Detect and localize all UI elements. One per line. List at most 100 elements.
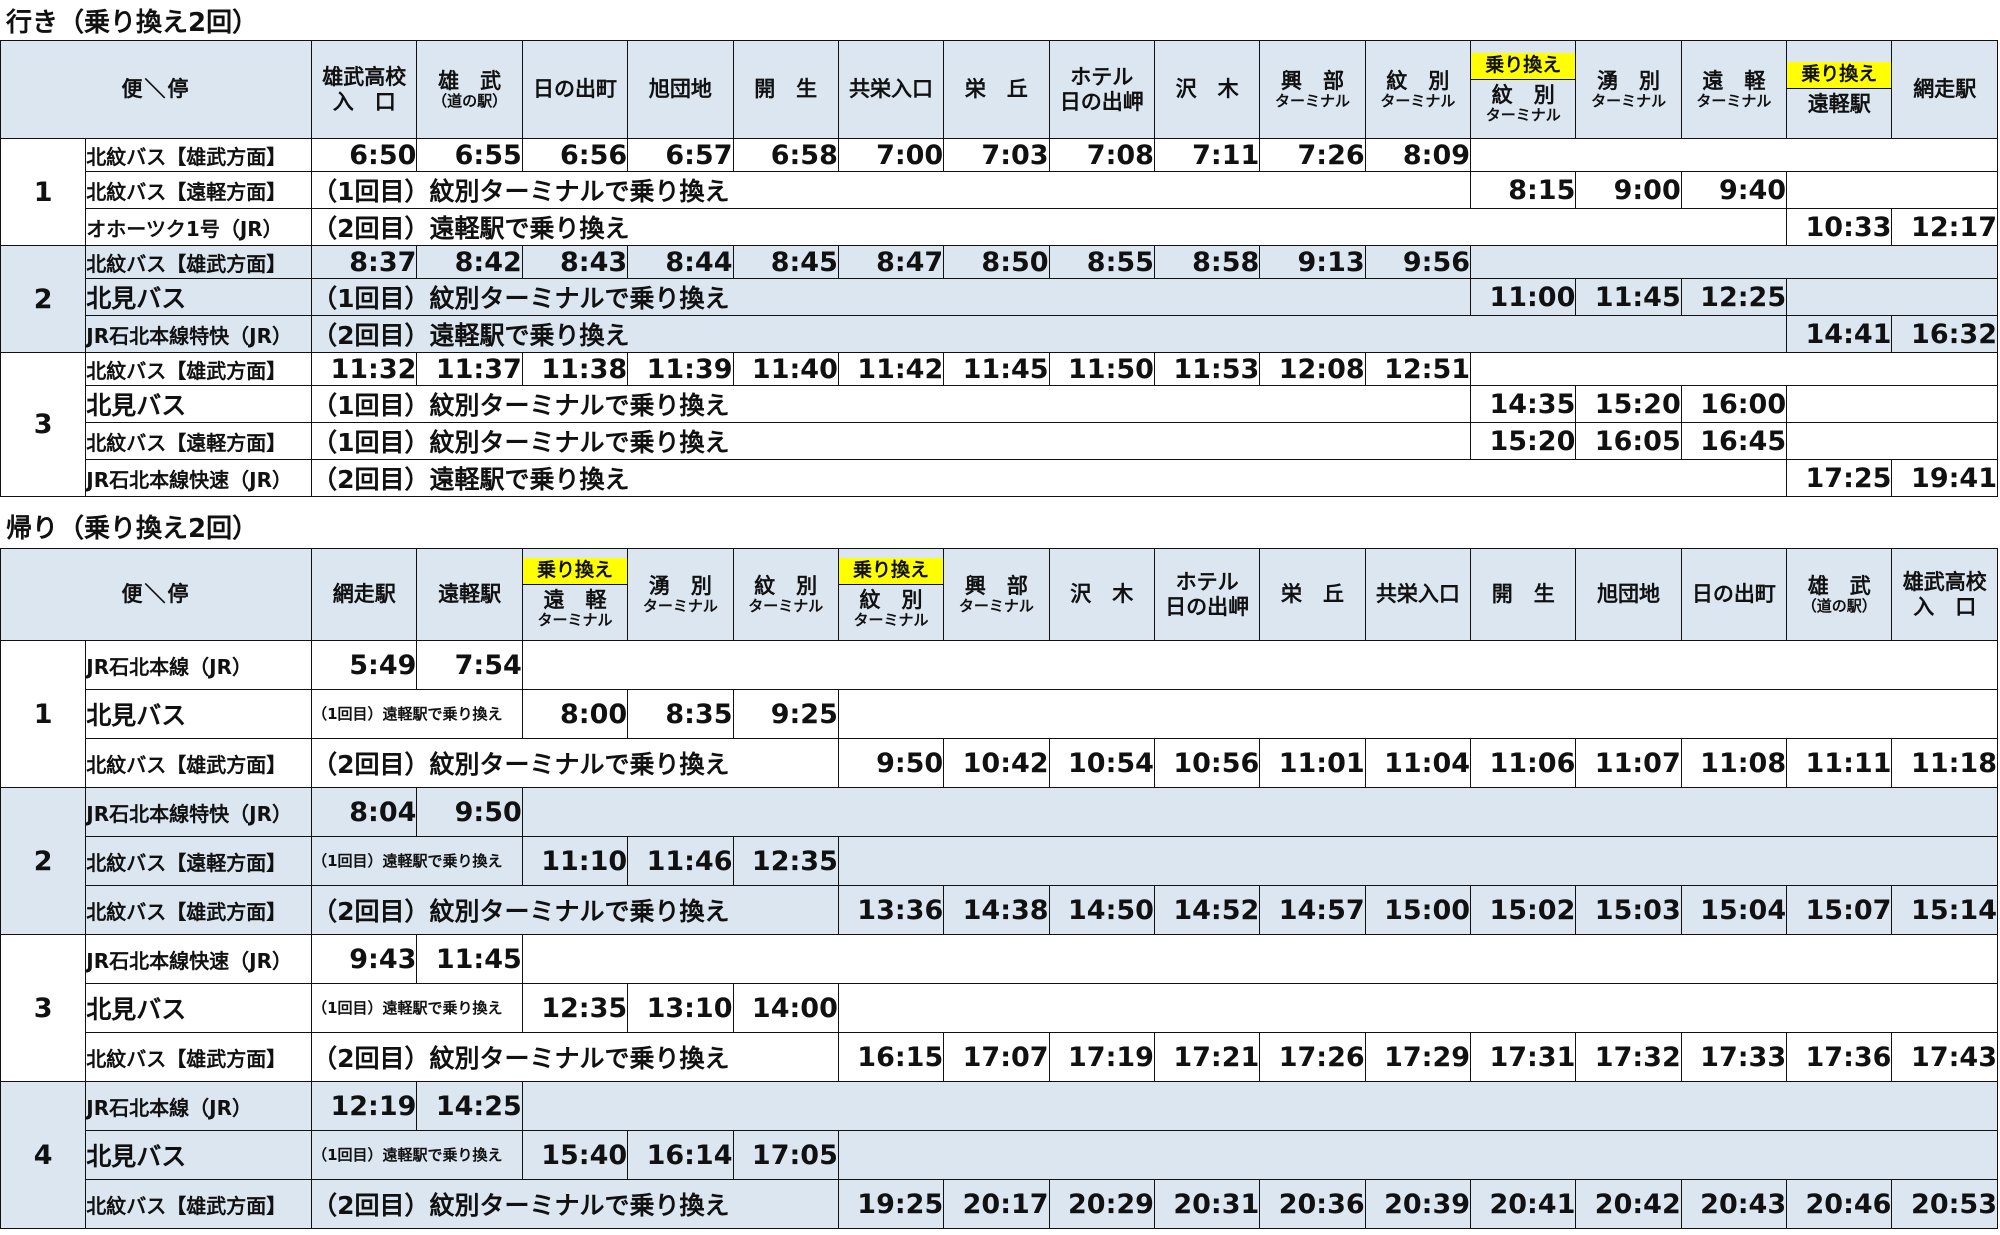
stop-subname: ターミナル (537, 611, 613, 630)
stop-name: 遠 軽 (1702, 68, 1766, 93)
stop-name: 雄 武 (438, 68, 502, 93)
time-cell: 14:35 (1470, 385, 1577, 423)
inbound-timetable: 便＼停 網走駅 遠軽駅 乗り換え遠 軽ターミナル湧 別ターミナル紋 別ターミナル 乗り換… (0, 548, 1999, 1229)
time-cell: 12:35 (521, 983, 629, 1033)
stop-name: 沢 木 (1175, 77, 1239, 102)
stop-name: 紋 別 (1491, 83, 1555, 108)
time-cell: 15:03 (1575, 885, 1682, 935)
time-cell: 10:42 (943, 738, 1050, 788)
stop-name: 湧 別 (1597, 68, 1661, 93)
stop-name: 栄 丘 (964, 77, 1028, 102)
empty-cell (837, 689, 1999, 739)
transfer-note: （1回目）遠軽駅で乗り換え (311, 1130, 523, 1180)
empty-cell (1470, 138, 1998, 172)
stop-header: 開 生 (1470, 548, 1577, 641)
time-cell: 11:11 (1786, 738, 1893, 788)
time-cell: 12:35 (732, 836, 839, 886)
line-name: JR石北本線特快（JR） (85, 787, 313, 837)
transfer-badge: 乗り換え (1471, 53, 1575, 81)
time-cell: 7:11 (1153, 138, 1261, 172)
time-cell: 20:46 (1786, 1179, 1893, 1229)
time-cell: 6:58 (732, 138, 839, 172)
time-cell: 20:53 (1891, 1179, 1998, 1229)
empty-cell (521, 1081, 1999, 1131)
empty-cell (837, 983, 1999, 1033)
stop-header: 旭団地 (1575, 548, 1682, 641)
time-cell: 14:57 (1259, 885, 1366, 935)
stop-header: 乗り換え遠 軽ターミナル (521, 548, 629, 641)
trip-row: 2 JR石北本線特快（JR） 8:04 9:50 (0, 787, 1999, 935)
time-cell: 9:13 (1259, 245, 1366, 279)
stop-subname: ターミナル (1380, 91, 1456, 110)
stop-header: 雄武高校入 口 (1891, 548, 1998, 641)
trip-number: 3 (0, 934, 87, 1082)
trip-row: 1 JR石北本線（JR） 5:49 7:54 (0, 640, 1999, 788)
transfer-badge: 乗り換え (839, 558, 943, 586)
empty-cell (521, 640, 1999, 690)
line-name: 北紋バス【雄武方面】 (85, 245, 313, 279)
stop-name: 開 生 (754, 77, 818, 102)
stop-name: 紋 別 (754, 573, 818, 598)
transfer-note: （2回目）紋別ターミナルで乗り換え (311, 1032, 839, 1082)
stop-header: 湧 別ターミナル (1575, 40, 1682, 139)
trip-row: 3 北紋バス【雄武方面】 11:32 11:37 11:38 11:39 11:40 11:4… (0, 352, 1998, 497)
time-cell: 8:04 (311, 787, 418, 837)
time-cell: 8:58 (1153, 245, 1261, 279)
time-cell: 12:51 (1364, 352, 1472, 386)
time-cell: 8:44 (627, 245, 734, 279)
time-cell: 8:50 (943, 245, 1050, 279)
trip-row: 北紋バス【遠軽方面】 （1回目）紋別ターミナルで乗り換え 15:20 16:05 16:… (1, 422, 1998, 460)
time-cell: 9:50 (416, 787, 523, 837)
stop-subname: ターミナル (958, 596, 1034, 615)
time-cell: 11:53 (1153, 352, 1261, 386)
time-cell: 17:32 (1575, 1032, 1682, 1082)
stop-name: 遠 軽 (543, 588, 607, 613)
time-cell: 19:41 (1891, 459, 1998, 497)
time-cell: 10:33 (1786, 208, 1893, 246)
stop-name: 雄武高校 (1902, 570, 1987, 595)
time-cell: 16:14 (627, 1130, 734, 1180)
empty-cell (1470, 352, 1998, 386)
transfer-badge: 乗り換え (523, 558, 627, 586)
stop-subname: ターミナル (1591, 91, 1667, 110)
transfer-note: （2回目）遠軽駅で乗り換え (311, 208, 1788, 246)
stop-name: 旭団地 (1597, 582, 1661, 607)
time-cell: 9:56 (1364, 245, 1472, 279)
stop-header: 雄 武（道の駅） (416, 40, 523, 139)
time-cell: 7:03 (943, 138, 1050, 172)
time-cell: 7:54 (416, 640, 523, 690)
transfer-note: （1回目）紋別ターミナルで乗り換え (311, 385, 1472, 423)
empty-cell (1786, 278, 1998, 316)
stop-header: 乗り換え紋 別ターミナル (837, 548, 945, 641)
stop-name: 紋 別 (1386, 68, 1450, 93)
time-cell: 10:56 (1153, 738, 1261, 788)
time-cell: 15:00 (1364, 885, 1472, 935)
stop-header: 日の出町 (1680, 548, 1788, 641)
time-cell: 15:04 (1680, 885, 1788, 935)
trip-row: 北見バス （1回目）紋別ターミナルで乗り換え 11:00 11:45 12:25 (1, 278, 1998, 316)
stop-subname: ターミナル (642, 596, 718, 615)
time-cell: 17:31 (1470, 1032, 1577, 1082)
stop-header: 乗り換え 遠軽駅 (1786, 40, 1893, 139)
stop-name: 網走駅 (1913, 77, 1977, 102)
trip-row: 北紋バス【遠軽方面】 （1回目）紋別ターミナルで乗り換え 8:15 9:00 9:40 (1, 171, 1998, 209)
stop-header: 共栄入口 (1364, 548, 1472, 641)
stop-header: 網走駅 (1891, 40, 1998, 139)
transfer-badge: 乗り換え (1787, 62, 1891, 89)
time-cell: 17:07 (943, 1032, 1050, 1082)
time-cell: 20:41 (1470, 1179, 1577, 1229)
stop-name: 興 部 (964, 573, 1028, 598)
line-name: 北紋バス【雄武方面】 (85, 1032, 313, 1082)
line-name: 北紋バス【遠軽方面】 (85, 422, 313, 460)
trip-number: 3 (0, 352, 87, 497)
time-cell: 9:43 (311, 934, 418, 984)
line-name: 北見バス (85, 983, 313, 1033)
empty-cell (1786, 171, 1998, 209)
time-cell: 6:50 (311, 138, 418, 172)
time-cell: 15:02 (1470, 885, 1577, 935)
stop-name: 湧 別 (648, 573, 712, 598)
time-cell: 11:40 (732, 352, 839, 386)
transfer-note: （2回目）紋別ターミナルで乗り換え (311, 738, 839, 788)
time-cell: 11:00 (1470, 278, 1577, 316)
line-name: JR石北本線（JR） (85, 1081, 313, 1131)
